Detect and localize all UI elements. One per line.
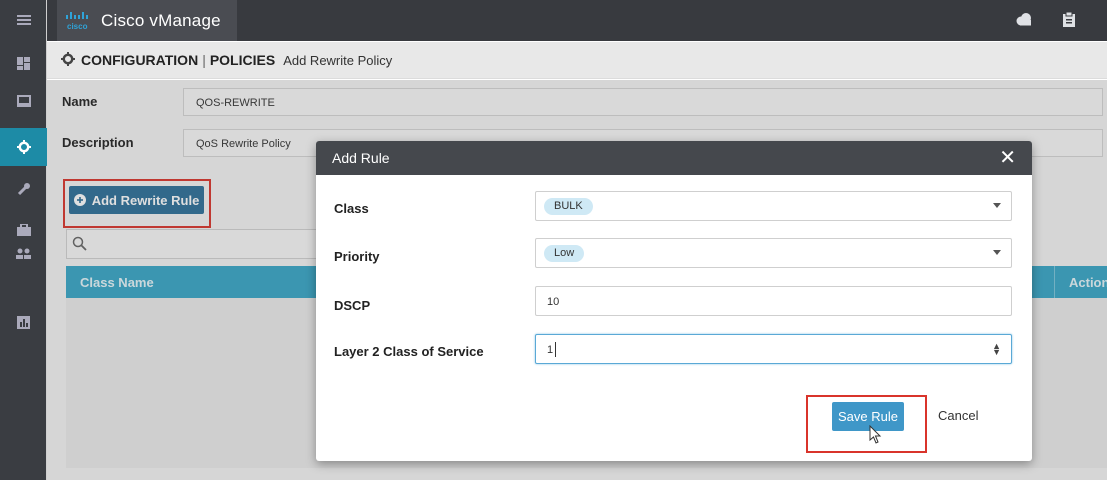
wrench-icon[interactable]: [0, 172, 47, 206]
cos-number-input[interactable]: 1 ▲ ▼: [535, 334, 1012, 364]
modal-header: Add Rule ✕: [316, 141, 1032, 175]
brand-logo[interactable]: cisco Cisco vManage: [57, 0, 237, 41]
left-nav-sidebar: [0, 0, 47, 480]
analytics-icon[interactable]: [0, 305, 47, 339]
cisco-logo-icon: cisco: [66, 11, 88, 31]
text-caret: [555, 342, 556, 357]
class-chip[interactable]: BULK: [544, 198, 593, 215]
users-icon[interactable]: [0, 236, 47, 270]
gear-icon[interactable]: [0, 128, 47, 166]
app-title: Cisco vManage: [101, 10, 221, 30]
priority-chip[interactable]: Low: [544, 245, 585, 262]
hamburger-menu-icon[interactable]: [0, 3, 47, 37]
highlight-box-save: [806, 395, 927, 453]
close-icon[interactable]: ✕: [999, 148, 1016, 168]
dscp-input[interactable]: 10: [535, 286, 1012, 316]
breadcrumb-area[interactable]: POLICIES: [210, 52, 275, 68]
config-gear-icon: [61, 51, 75, 69]
top-bar: cisco Cisco vManage: [47, 0, 1107, 41]
class-select[interactable]: BULK: [535, 191, 1012, 221]
breadcrumb-separator: |: [202, 52, 206, 68]
chevron-down-icon[interactable]: [993, 203, 1001, 208]
dscp-label: DSCP: [334, 298, 371, 313]
breadcrumb: CONFIGURATION | POLICIES Add Rewrite Pol…: [47, 42, 1107, 79]
breadcrumb-section[interactable]: CONFIGURATION: [81, 52, 198, 68]
breadcrumb-page: Add Rewrite Policy: [283, 52, 393, 68]
clipboard-icon[interactable]: [1063, 11, 1075, 32]
cos-label: Layer 2 Class of Service: [334, 344, 484, 359]
cancel-button[interactable]: Cancel: [938, 408, 978, 423]
class-label: Class: [334, 201, 369, 216]
modal-title: Add Rule: [332, 150, 390, 166]
dashboard-icon[interactable]: [0, 46, 47, 80]
svg-text:cisco: cisco: [67, 22, 88, 31]
cos-value: 1: [547, 344, 554, 356]
priority-label: Priority: [334, 249, 380, 264]
monitor-icon[interactable]: [0, 84, 47, 118]
dscp-value: 10: [547, 296, 560, 308]
chevron-down-icon[interactable]: [993, 250, 1001, 255]
cloud-icon[interactable]: [1015, 12, 1033, 31]
mouse-pointer-icon: [869, 425, 882, 444]
stepper-icon[interactable]: ▲ ▼: [992, 342, 1001, 357]
priority-select[interactable]: Low: [535, 238, 1012, 268]
